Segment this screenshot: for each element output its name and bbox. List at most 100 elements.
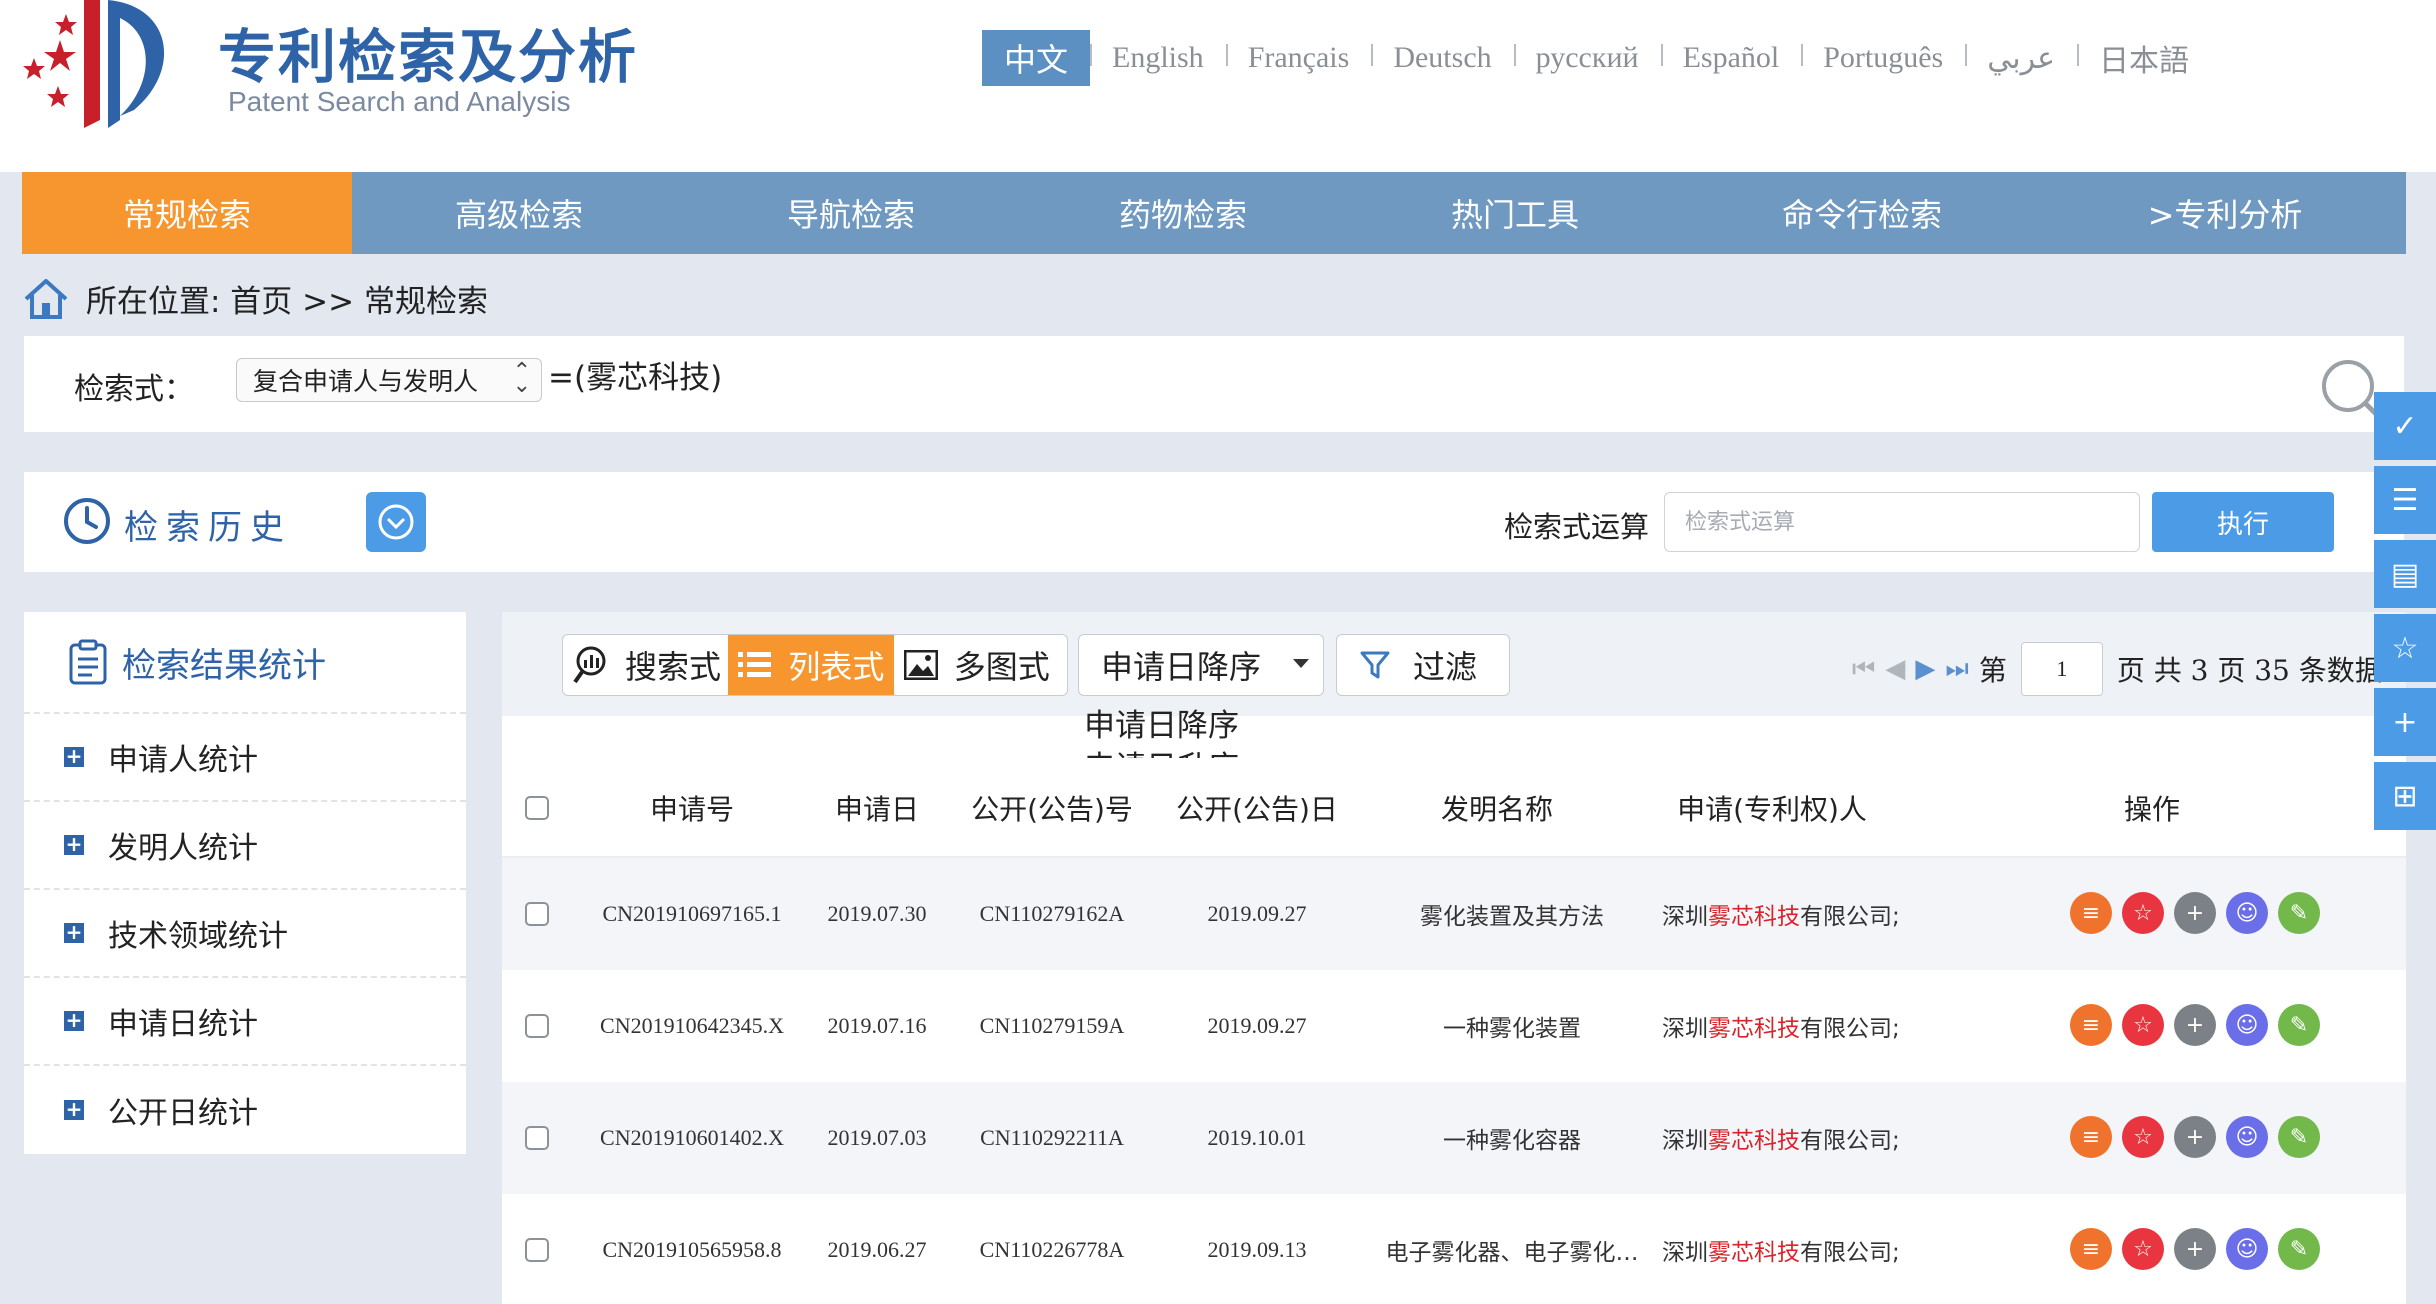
favorite-star-icon[interactable]: ☆ (2122, 1116, 2164, 1158)
favorite-star-icon[interactable]: ☆ (2122, 892, 2164, 934)
row-checkbox[interactable] (525, 1238, 549, 1262)
user-icon[interactable]: ☺ (2226, 892, 2268, 934)
detail-list-icon[interactable]: ≡ (2070, 1116, 2112, 1158)
nav-hot-tools[interactable]: 热门工具 (1350, 172, 1680, 254)
pub-number-cell[interactable]: CN110279162A (952, 858, 1152, 970)
add-box-icon[interactable]: ⊞ (2374, 762, 2436, 830)
lang-es[interactable]: Español (1660, 30, 1802, 86)
sort-select[interactable]: 申请日降序 (1078, 634, 1324, 696)
lang-pt[interactable]: Português (1801, 30, 1965, 86)
pub-number-cell[interactable]: CN110279159A (952, 970, 1152, 1082)
document-list-icon[interactable]: ▤ (2374, 540, 2436, 608)
favorite-star-icon[interactable]: ☆ (2122, 1228, 2164, 1270)
view-label: 列表式 (788, 648, 885, 686)
add-plus-icon[interactable]: + (2174, 892, 2216, 934)
history-toggle-button[interactable] (366, 492, 426, 552)
home-icon[interactable] (22, 275, 70, 321)
prev-page-icon[interactable]: ◀ (1885, 654, 1905, 684)
applicant-text: 深圳 (1662, 1016, 1708, 1042)
results-panel: 搜索式 列表式 多图式 申请日降序 过滤 ⏮ ◀ ▶ ⏭ 第 1 页 共 3 页… (502, 612, 2406, 1304)
column-header[interactable]: 公开(公告)日 (1152, 758, 1362, 858)
lang-ru[interactable]: русский (1513, 30, 1661, 86)
stat-app-date[interactable]: + 申请日统计 (24, 978, 466, 1066)
pub-date-cell: 2019.09.13 (1207, 1237, 1307, 1262)
lang-en[interactable]: English (1090, 30, 1226, 86)
history-title: 检索历史 (124, 508, 292, 548)
stat-inventor[interactable]: + 发明人统计 (24, 802, 466, 890)
app-number-cell[interactable]: CN201910601402.X (582, 1082, 802, 1194)
add-plus-icon[interactable]: + (2174, 1116, 2216, 1158)
query-field-select[interactable]: 复合申请人与发明人 ⌃ ⌄ (236, 358, 542, 402)
app-number-cell[interactable]: CN201910697165.1 (582, 858, 802, 970)
expand-plus-icon: + (64, 1097, 84, 1121)
stat-pub-date[interactable]: + 公开日统计 (24, 1066, 466, 1154)
nav-drug-search[interactable]: 药物检索 (1016, 172, 1350, 254)
next-page-icon[interactable]: ▶ (1915, 654, 1935, 684)
row-checkbox[interactable] (525, 1126, 549, 1150)
pub-number-cell[interactable]: CN110226778A (952, 1194, 1152, 1304)
execute-button[interactable]: 执行 (2152, 492, 2334, 552)
invention-title-cell[interactable]: 一种雾化容器 (1362, 1082, 1662, 1194)
operation-input[interactable] (1664, 492, 2140, 552)
page-number-input[interactable] (2020, 642, 2103, 696)
nav-navigation-search[interactable]: 导航检索 (686, 172, 1016, 254)
detail-list-icon[interactable]: ≡ (2070, 1004, 2112, 1046)
pencil-icon[interactable]: ✎ (2278, 1116, 2320, 1158)
app-date-cell: 2019.07.03 (827, 1125, 927, 1150)
applicant-highlight: 雾芯科技 (1708, 1240, 1800, 1266)
column-header[interactable]: 申请日 (802, 758, 952, 858)
nav-advanced-search[interactable]: 高级检索 (352, 172, 686, 254)
user-icon[interactable]: ☺ (2226, 1228, 2268, 1270)
invention-title-cell[interactable]: 一种雾化装置 (1362, 970, 1662, 1082)
check-icon[interactable]: ✓ (2374, 392, 2436, 460)
app-number-cell[interactable]: CN201910642345.X (582, 970, 802, 1082)
stat-applicant[interactable]: + 申请人统计 (24, 714, 466, 802)
view-formula-button[interactable]: 搜索式 (563, 635, 728, 695)
nav-command-search[interactable]: 命令行检索 (1680, 172, 2044, 254)
pencil-icon[interactable]: ✎ (2278, 1004, 2320, 1046)
invention-title-cell[interactable]: 电子雾化器、电子雾化… (1362, 1194, 1662, 1304)
column-header[interactable]: 申请号 (582, 758, 802, 858)
pencil-icon[interactable]: ✎ (2278, 1228, 2320, 1270)
view-images-button[interactable]: 多图式 (894, 635, 1067, 695)
stats-header: 检索结果统计 (24, 612, 466, 714)
chevron-down-icon (378, 504, 414, 540)
magnifier-chart-icon (573, 646, 606, 684)
nav-patent-analysis[interactable]: >专利分析 (2044, 172, 2406, 254)
results-table-header: 申请号 申请日 公开(公告)号 公开(公告)日 发明名称 申请(专利权)人 操作 (502, 758, 2406, 858)
pencil-icon[interactable]: ✎ (2278, 892, 2320, 934)
filter-button[interactable]: 过滤 (1336, 634, 1510, 696)
nav-regular-search[interactable]: 常规检索 (22, 172, 352, 254)
language-switcher: 中文 English Français Deutsch русский Espa… (982, 28, 2211, 88)
pub-number-cell[interactable]: CN110292211A (952, 1082, 1152, 1194)
lang-zh[interactable]: 中文 (982, 30, 1091, 86)
menu-icon[interactable]: ☰ (2374, 466, 2436, 534)
stats-title: 检索结果统计 (122, 645, 326, 686)
row-checkbox[interactable] (525, 902, 549, 926)
column-header[interactable]: 公开(公告)号 (952, 758, 1152, 858)
last-page-icon[interactable]: ⏭ (1945, 654, 1968, 685)
user-icon[interactable]: ☺ (2226, 1004, 2268, 1046)
plus-icon[interactable]: + (2374, 688, 2436, 756)
lang-fr[interactable]: Français (1225, 30, 1372, 86)
row-checkbox[interactable] (525, 1014, 549, 1038)
first-page-icon[interactable]: ⏮ (1852, 654, 1875, 685)
add-plus-icon[interactable]: + (2174, 1228, 2216, 1270)
star-icon[interactable]: ☆ (2374, 614, 2436, 682)
logo-icon (23, 0, 165, 128)
lang-de[interactable]: Deutsch (1371, 30, 1513, 86)
app-number-cell[interactable]: CN201910565958.8 (582, 1194, 802, 1304)
add-plus-icon[interactable]: + (2174, 1004, 2216, 1046)
row-actions: ≡ ☆ + ☺ ✎ (2070, 1116, 2320, 1158)
select-all-checkbox[interactable] (525, 796, 549, 820)
lang-ja[interactable]: 日本語 (2077, 30, 2211, 86)
view-list-button[interactable]: 列表式 (728, 635, 894, 695)
detail-list-icon[interactable]: ≡ (2070, 1228, 2112, 1270)
stat-tech-field[interactable]: + 技术领域统计 (24, 890, 466, 978)
invention-title-cell[interactable]: 雾化装置及其方法 (1362, 858, 1662, 970)
favorite-star-icon[interactable]: ☆ (2122, 1004, 2164, 1046)
detail-list-icon[interactable]: ≡ (2070, 892, 2112, 934)
user-icon[interactable]: ☺ (2226, 1116, 2268, 1158)
lang-ar[interactable]: عربي (1965, 30, 2077, 86)
sort-option[interactable]: 申请日降序 (1084, 700, 1239, 745)
